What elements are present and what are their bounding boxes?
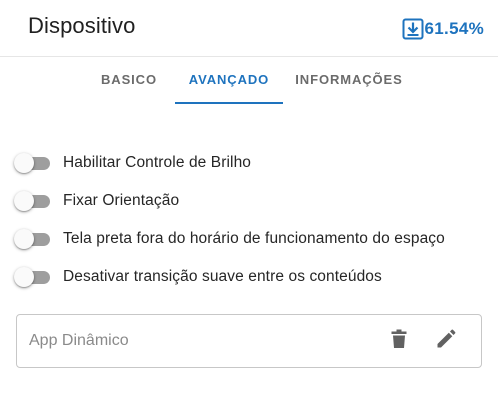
tab-basico[interactable]: BASICO: [90, 57, 168, 103]
trash-icon: [391, 329, 407, 354]
toggle-row-brilho: Habilitar Controle de Brilho: [14, 144, 494, 182]
tab-avancado[interactable]: AVANÇADO: [175, 57, 283, 103]
switch-thumb: [14, 191, 34, 211]
fix-orientation-switch[interactable]: [14, 191, 52, 211]
app-dinamico-field: [16, 314, 482, 368]
edit-app-button[interactable]: [433, 328, 459, 354]
settings-toggle-list: Habilitar Controle de Brilho Fixar Orien…: [14, 144, 494, 296]
switch-thumb: [14, 229, 34, 249]
download-status[interactable]: 61.54%: [402, 16, 484, 42]
tab-bar: BASICO AVANÇADO INFORMAÇÕES: [0, 57, 498, 105]
switch-thumb: [14, 153, 34, 173]
toggle-row-tela-preta: Tela preta fora do horário de funcioname…: [14, 220, 494, 258]
toggle-label: Tela preta fora do horário de funcioname…: [63, 230, 445, 247]
toggle-label: Desativar transição suave entre os conte…: [63, 268, 382, 285]
page-title: Dispositivo: [28, 13, 136, 38]
app-dinamico-input[interactable]: [29, 315, 369, 367]
switch-thumb: [14, 267, 34, 287]
toggle-label: Fixar Orientação: [63, 192, 180, 209]
download-box-icon: [402, 18, 424, 40]
brightness-control-switch[interactable]: [14, 153, 52, 173]
pencil-icon: [436, 329, 456, 354]
toggle-row-transicao: Desativar transição suave entre os conte…: [14, 258, 494, 296]
toggle-label: Habilitar Controle de Brilho: [63, 154, 252, 171]
black-screen-switch[interactable]: [14, 229, 52, 249]
toggle-row-orientacao: Fixar Orientação: [14, 182, 494, 220]
tab-informacoes[interactable]: INFORMAÇÕES: [286, 57, 412, 103]
disable-transition-switch[interactable]: [14, 267, 52, 287]
app-header: Dispositivo 61.54%: [0, 0, 498, 57]
delete-app-button[interactable]: [386, 328, 412, 354]
download-percent: 61.54%: [424, 19, 484, 38]
active-tab-indicator: [175, 102, 283, 104]
